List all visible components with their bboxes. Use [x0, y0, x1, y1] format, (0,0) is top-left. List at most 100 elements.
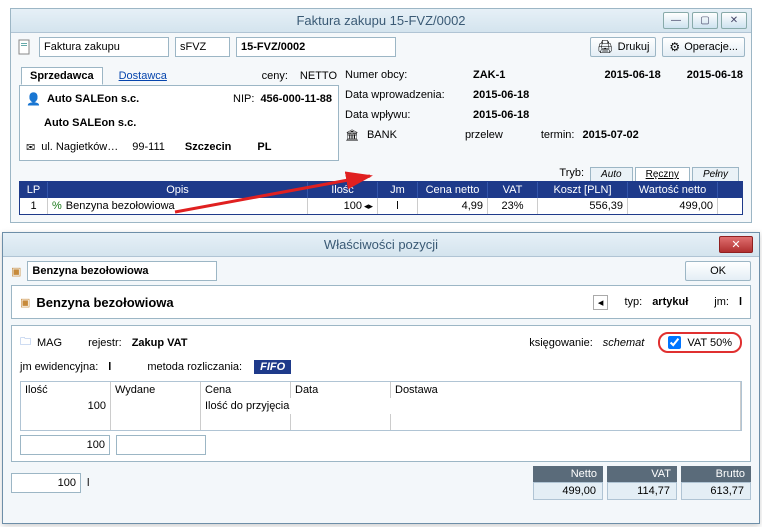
- t2-h-dostawa[interactable]: Dostawa: [391, 382, 741, 398]
- tab-pelny[interactable]: Pełny: [692, 167, 739, 181]
- przelew[interactable]: przelew: [465, 129, 503, 141]
- jm-label: jm:: [714, 296, 729, 308]
- termin-label: termin:: [541, 129, 575, 141]
- rejestr-label: rejestr:: [88, 337, 122, 349]
- jm-ewid-label: jm ewidencyjna:: [20, 361, 98, 373]
- window2-title: Właściwości pozycji: [324, 237, 438, 252]
- t2-h-cena[interactable]: Cena: [201, 382, 291, 398]
- code-field[interactable]: sFVZ: [175, 37, 230, 57]
- sum-v-brutto: 613,77: [681, 482, 751, 500]
- bottom-qty[interactable]: 100: [11, 473, 81, 493]
- sum-h-netto: Netto: [533, 466, 603, 482]
- seller-box: 👤 Auto SALEon s.c. NIP: 456-000-11-88 Au…: [19, 85, 339, 161]
- ksieg-value[interactable]: schemat: [603, 337, 645, 349]
- h-ilosc[interactable]: Ilość: [308, 182, 378, 198]
- envelope-icon: ✉: [26, 141, 35, 154]
- vat50-highlight: VAT 50%: [658, 332, 742, 353]
- h-cena[interactable]: Cena netto: [418, 182, 488, 198]
- seller-name[interactable]: Auto SALEon s.c.: [47, 93, 139, 105]
- fifo-badge: FIFO: [254, 360, 291, 374]
- r1-koszt: 556,39: [538, 198, 628, 214]
- item-name-field[interactable]: Benzyna bezołowiowa: [27, 261, 217, 281]
- printer-icon: 🖨: [597, 39, 614, 55]
- rejestr-value[interactable]: Zakup VAT: [132, 337, 188, 349]
- mag-label[interactable]: MAG: [37, 337, 62, 349]
- tab-reczny[interactable]: Ręczny: [635, 167, 690, 181]
- tab-supplier[interactable]: Dostawca: [111, 68, 175, 84]
- t2-header: Ilość Wydane Cena Data Dostawa: [21, 382, 741, 398]
- gear-icon: ⚙: [669, 40, 680, 54]
- h-wart[interactable]: Wartość netto: [628, 182, 718, 198]
- ceny-value: NETTO: [300, 70, 337, 82]
- h-opis[interactable]: Opis: [48, 182, 308, 198]
- typ-value: artykuł: [652, 296, 688, 308]
- numer-obcy-label: Numer obcy:: [345, 69, 465, 81]
- qty-input2[interactable]: [116, 435, 206, 455]
- document-icon: [17, 39, 33, 55]
- tab-auto[interactable]: Auto: [590, 167, 633, 181]
- vat50-checkbox[interactable]: [668, 336, 681, 349]
- ksieg-label: księgowanie:: [529, 337, 593, 349]
- panel-top: ▣ Benzyna bezołowiowa ◂ typ: artykuł jm:…: [11, 285, 751, 319]
- h-lp[interactable]: LP: [20, 182, 48, 198]
- table-row-empty: [21, 414, 741, 430]
- minimize-button[interactable]: —: [663, 12, 689, 29]
- t2-h-ilosc[interactable]: Ilość: [21, 382, 111, 398]
- folder-icon: 🗀: [20, 333, 31, 352]
- tab-seller[interactable]: Sprzedawca: [21, 67, 103, 85]
- r1-vat: 23%: [488, 198, 538, 214]
- bank-label[interactable]: BANK: [367, 129, 397, 141]
- qty-input[interactable]: 100: [20, 435, 110, 455]
- ilosc-do-przyj-label: Ilość do przyjęcia: [201, 398, 741, 414]
- number-field[interactable]: 15-FVZ/0002: [236, 37, 396, 57]
- grid-header: LP Opis Ilość Jm Cena netto VAT Koszt [P…: [20, 182, 742, 198]
- vat50-label: VAT 50%: [687, 337, 732, 349]
- h-jm[interactable]: Jm: [378, 182, 418, 198]
- nip-label: NIP:: [233, 93, 254, 105]
- data-wplywu-value[interactable]: 2015-06-18: [473, 109, 529, 121]
- item-icon2: ▣: [20, 296, 30, 309]
- close-button[interactable]: ✕: [721, 12, 747, 29]
- t2-h-wydane[interactable]: Wydane: [111, 382, 201, 398]
- data-wprowadzenia-label: Data wprowadzenia:: [345, 89, 465, 101]
- maximize-button[interactable]: ▢: [692, 12, 718, 29]
- table-row[interactable]: 100 Ilość do przyjęcia: [21, 398, 741, 414]
- item-icon: ▣: [11, 265, 21, 278]
- addr-code: 99-111: [132, 141, 165, 153]
- t2-h-data[interactable]: Data: [291, 382, 391, 398]
- titlebar2: Właściwości pozycji ✕: [3, 233, 759, 257]
- date2[interactable]: 2015-06-18: [687, 69, 743, 81]
- percent-icon: %: [52, 200, 62, 212]
- nav-prev[interactable]: ◂: [593, 295, 609, 310]
- date1[interactable]: 2015-06-18: [604, 69, 660, 81]
- ok-button[interactable]: OK: [685, 261, 751, 281]
- table-row[interactable]: 1 %Benzyna bezołowiowa 100◂▸ l 4,99 23% …: [20, 198, 742, 214]
- sum-h-brutto: Brutto: [681, 466, 751, 482]
- sum-h-vat: VAT: [607, 466, 677, 482]
- titlebar: Faktura zakupu 15-FVZ/0002 — ▢ ✕: [11, 9, 751, 33]
- h-vat[interactable]: VAT: [488, 182, 538, 198]
- operations-button[interactable]: ⚙Operacje...: [662, 37, 745, 57]
- termin-value[interactable]: 2015-07-02: [582, 129, 638, 141]
- panel-register: 🗀 MAG rejestr: Zakup VAT księgowanie: sc…: [11, 325, 751, 462]
- sum-v-netto: 499,00: [533, 482, 603, 500]
- r1-ilosc[interactable]: 100◂▸: [308, 198, 378, 214]
- line-items-grid: LP Opis Ilość Jm Cena netto VAT Koszt [P…: [19, 181, 743, 215]
- r1-wart: 499,00: [628, 198, 718, 214]
- addr-country: PL: [257, 141, 271, 153]
- h-koszt[interactable]: Koszt [PLN]: [538, 182, 628, 198]
- nip-value: 456-000-11-88: [260, 93, 332, 105]
- delivery-table: Ilość Wydane Cena Data Dostawa 100 Ilość…: [20, 381, 742, 431]
- bottom-jm: l: [87, 477, 89, 489]
- doc-type-field[interactable]: Faktura zakupu: [39, 37, 169, 57]
- close-button[interactable]: ✕: [719, 236, 753, 253]
- data-wprowadzenia-value[interactable]: 2015-06-18: [473, 89, 529, 101]
- addr-street: ul. Nagietków…: [41, 141, 118, 153]
- window-title: Faktura zakupu 15-FVZ/0002: [296, 13, 465, 28]
- addr-city: Szczecin: [185, 141, 231, 153]
- invoice-window: Faktura zakupu 15-FVZ/0002 — ▢ ✕ Faktura…: [10, 8, 752, 223]
- item-name2: Benzyna bezołowiowa: [36, 295, 173, 310]
- r1-lp: 1: [20, 198, 48, 214]
- jm-value: l: [739, 296, 742, 308]
- print-button[interactable]: 🖨Drukuj: [590, 37, 656, 57]
